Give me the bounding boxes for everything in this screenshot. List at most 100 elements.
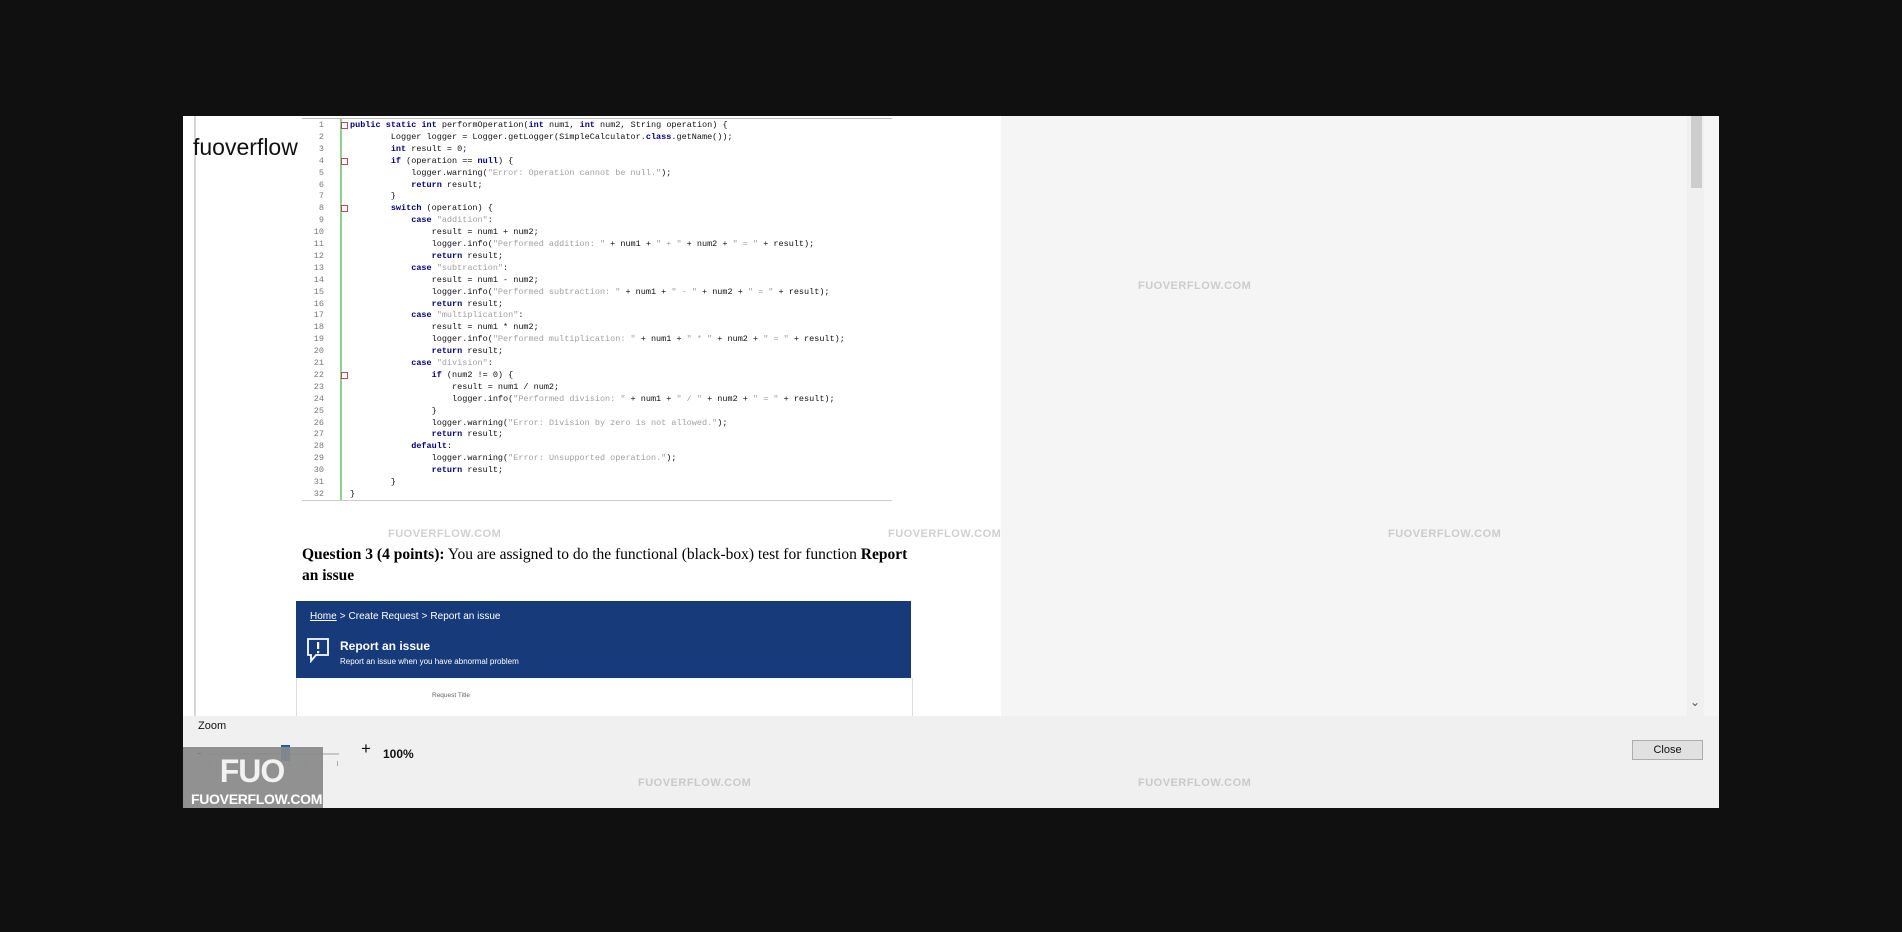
line-number: 8 [318,203,324,214]
banner-subtitle: Report an issue when you have abnormal p… [340,657,519,666]
close-button[interactable]: Close [1632,740,1703,760]
breadcrumb-report-issue: Report an issue [430,611,501,622]
fold-toggle-icon [341,122,348,129]
line-number: 31 [313,477,324,487]
question-3-text: Question 3 (4 points): You are assigned … [302,544,912,586]
fold-toggle-icon [341,157,348,165]
line-number: 21 [313,358,324,368]
fold-toggle-icon [341,371,348,379]
code-line: return result; [431,346,504,357]
line-number: 14 [313,274,324,285]
code-line: } [350,477,396,487]
line-number: 28 [313,441,324,452]
code-line: result = num1 + num2; [350,227,539,238]
watermark-text: FUOVERFLOW.COM [1388,528,1502,540]
watermark-logo-text: FUOVERFLOW.COM [191,791,323,807]
line-number: 13 [313,262,324,273]
code-line: logger.info("Performed subtraction: " + … [350,286,830,297]
document-view[interactable]: fuoverflow 1 2 3 4 5 6 7 8 9 10 11 12 13 14 15 16 17 18 19… [183,116,1719,716]
line-number: 10 [313,227,324,238]
breadcrumb: Home > Create Request > Report an issue [310,611,500,622]
line-number: 19 [313,334,324,345]
watermark-logo-mark: FUO [219,753,286,789]
request-title-label: Request Title [432,692,470,699]
code-line: logger.info("Performed division: " + num… [350,393,835,404]
page-edge [194,116,196,716]
question-3-body: You are assigned to do the functional (b… [444,546,861,563]
code-line: result = num1 * num2; [350,322,539,333]
code-line: } [350,488,356,499]
watermark-text: FUOVERFLOW.COM [1138,280,1252,292]
line-number: 11 [313,239,324,249]
code-line: if (num2 != 0) { [431,369,514,380]
line-number: 27 [313,429,324,440]
line-number: 7 [318,191,324,202]
breadcrumb-separator: > [339,611,346,622]
viewer-background [1001,116,1719,716]
code-line: switch (operation) { [390,203,493,214]
zoom-label: Zoom [198,720,227,732]
code-line: case "division": [411,358,493,368]
line-number: 26 [313,417,324,428]
vertical-scrollbar[interactable]: ⌄ [1687,116,1704,716]
watermark-logo: FUO FUOVERFLOW.COM [183,747,323,808]
line-number: 32 [313,488,324,499]
line-number: 3 [318,143,324,154]
code-line: public static int performOperation(int n… [350,120,728,130]
code-line: } [350,191,396,202]
brand-label: fuoverflow [193,134,298,160]
code-line: case "subtraction": [411,262,509,273]
line-number: 4 [318,155,324,166]
code-line: return result; [431,250,504,261]
code-line: return result; [431,429,504,440]
watermark-text: FUOVERFLOW.COM [1138,777,1252,789]
line-number: 18 [313,322,324,333]
code-line: int result = 0; [390,143,468,154]
zoom-value: 100% [383,747,414,761]
line-number: 16 [313,298,324,309]
code-line: logger.info("Performed addition: " + num… [350,239,815,249]
code-line: if (operation == null) { [390,155,514,166]
report-issue-banner: Home > Create Request > Report an issue Repo… [296,601,911,678]
code-line: return result; [411,179,483,190]
code-line: logger.warning("Error: Operation cannot … [350,167,672,178]
code-line: Logger logger = Logger.getLogger(SimpleC… [350,131,733,142]
code-line: result = num1 / num2; [350,381,560,392]
document-viewer-window: fuoverflow 1 2 3 4 5 6 7 8 9 10 11 12 13 14 15 16 17 18 19… [183,116,1719,808]
line-number-gutter: 1 2 3 4 5 6 7 8 9 10 11 12 13 14 15 16 17 18 19 20 21 22 23 24 2… [302,119,340,500]
banner-title: Report an issue [340,639,431,653]
line-number: 12 [313,250,324,261]
breadcrumb-create-request: Create Request [348,611,419,622]
line-number: 24 [313,393,324,404]
code-line: } [350,405,437,416]
question-3-lead: Question 3 (4 points): [302,546,445,563]
line-number: 30 [313,465,324,476]
chevron-down-icon[interactable]: ⌄ [1690,695,1700,709]
line-number: 22 [313,369,324,380]
line-number: 6 [318,179,324,190]
code-screenshot: 1 2 3 4 5 6 7 8 9 10 11 12 13 14 15 16 17 18 19 20 21 22 23 24 2… [302,118,892,501]
line-number: 5 [318,167,324,178]
code-line: return result; [431,465,504,476]
code-line: case "addition": [411,215,493,226]
alert-speech-bubble-icon [307,638,329,663]
line-number: 15 [313,286,324,297]
line-number: 20 [313,346,324,357]
scrollbar-thumb[interactable] [1691,116,1702,188]
watermark-text: FUOVERFLOW.COM [638,777,752,789]
watermark-text: FUOVERFLOW.COM [888,528,1002,540]
code-line: default: [411,441,453,452]
line-number: 17 [313,310,324,321]
code-line: logger.info("Performed multiplication: "… [350,334,845,345]
line-number: 1 [318,120,324,130]
line-number: 2 [318,131,324,142]
breadcrumb-separator: > [421,611,428,622]
fold-toggle-icon [341,205,348,213]
code-line: result = num1 - num2; [350,274,539,285]
change-marker-bar [340,119,342,500]
line-number: 9 [318,215,324,226]
zoom-in-button[interactable]: + [361,739,371,759]
line-number: 25 [313,405,324,416]
line-number: 29 [313,453,324,464]
code-line: logger.warning("Error: Division by zero … [350,417,728,428]
